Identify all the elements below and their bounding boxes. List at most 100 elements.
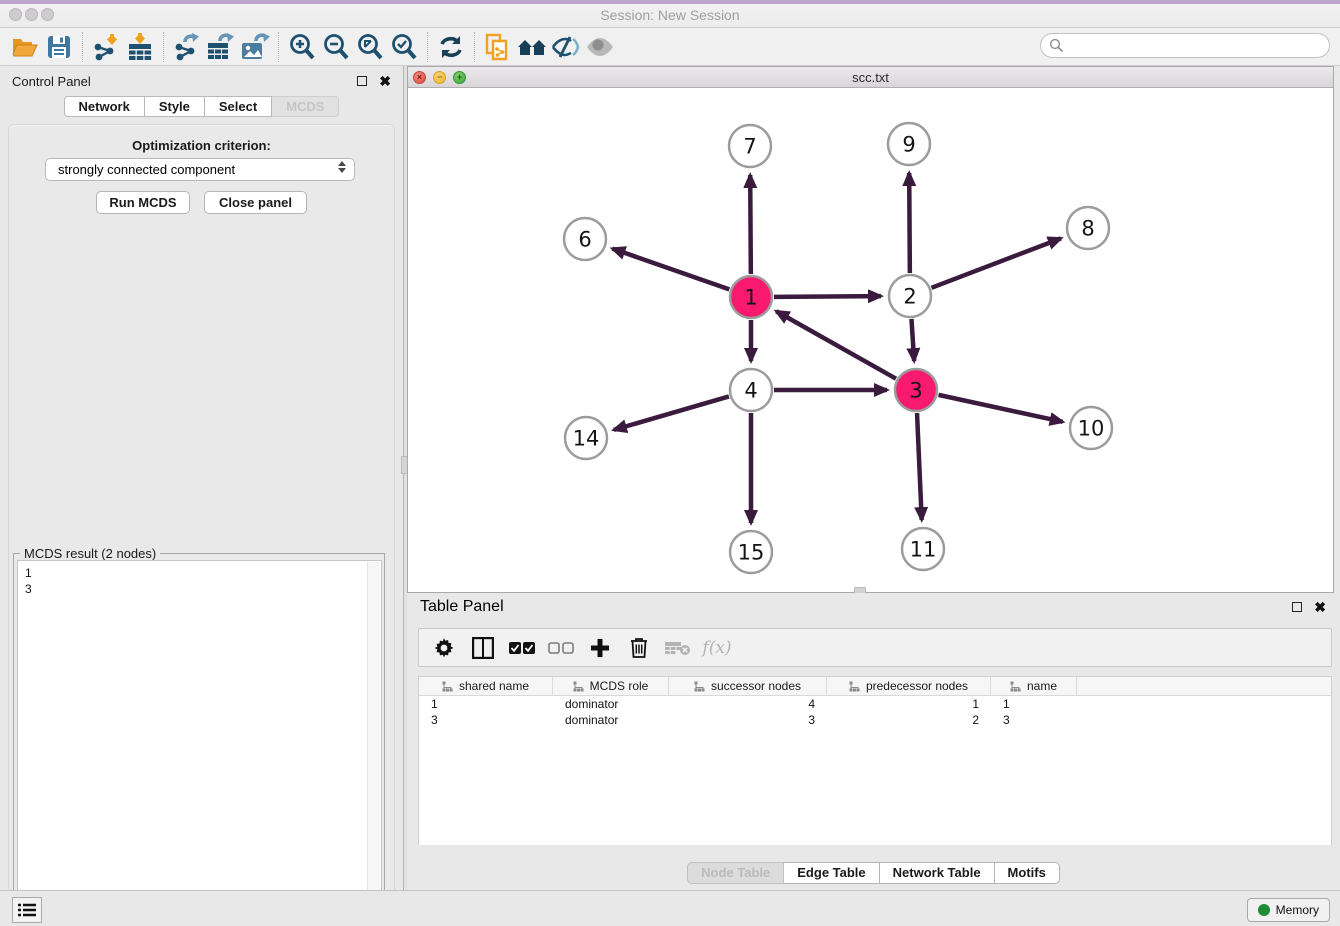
cell-MCDS-role[interactable]: dominator: [553, 696, 669, 712]
node-label-8: 8: [1081, 216, 1094, 240]
cell-predecessor-nodes[interactable]: 1: [827, 696, 991, 712]
clone-network-icon[interactable]: [481, 31, 515, 63]
node-table-header: shared name MCDS role successor nodes prede…: [419, 677, 1331, 696]
delete-column-icon[interactable]: [663, 633, 693, 663]
network-maximize-button[interactable]: +: [453, 71, 466, 84]
column-header-successor-nodes[interactable]: successor nodes: [669, 677, 827, 695]
edge-2-9[interactable]: [909, 173, 910, 273]
tab-edge-table[interactable]: Edge Table: [784, 862, 879, 884]
control-panel-title: Control Panel: [12, 74, 357, 89]
delete-entry-icon[interactable]: [624, 633, 654, 663]
main-toolbar: [0, 28, 1340, 66]
edge-3-11[interactable]: [917, 413, 922, 520]
network-graph[interactable]: 1234678910111415: [408, 88, 1333, 592]
table-panel-close-icon[interactable]: ✖: [1314, 600, 1326, 614]
network-window-titlebar[interactable]: × − + scc.txt: [408, 67, 1333, 88]
cell-successor-nodes[interactable]: 3: [669, 712, 827, 728]
table-panel-title: Table Panel: [420, 598, 1292, 616]
network-view-window: × − + scc.txt 1234678910111415: [407, 66, 1334, 593]
mcds-result-line: 1: [25, 565, 381, 581]
edge-3-1[interactable]: [776, 311, 896, 378]
import-table-icon[interactable]: [123, 31, 157, 63]
add-entry-icon[interactable]: [585, 633, 615, 663]
titlebar-accent-strip: [0, 0, 1340, 4]
network-minimize-button[interactable]: −: [433, 71, 446, 84]
export-table-icon[interactable]: [204, 31, 238, 63]
edge-2-8[interactable]: [931, 238, 1060, 287]
node-table-body: 1dominator4113dominator323: [419, 696, 1331, 728]
edge-1-2[interactable]: [774, 296, 881, 297]
edge-3-10[interactable]: [938, 395, 1062, 422]
cell-successor-nodes[interactable]: 4: [669, 696, 827, 712]
run-mcds-button[interactable]: Run MCDS: [96, 191, 190, 214]
zoom-fit-selected-icon[interactable]: [387, 31, 421, 63]
edge-4-14[interactable]: [614, 396, 729, 429]
cell-shared-name[interactable]: 1: [419, 696, 553, 712]
table-panel-float-icon[interactable]: [1292, 602, 1302, 612]
tab-network[interactable]: Network: [64, 96, 145, 117]
hide-selected-icon[interactable]: [549, 31, 583, 63]
node-label-11: 11: [910, 537, 937, 561]
show-columns-icon[interactable]: [468, 633, 498, 663]
tab-network-table[interactable]: Network Table: [880, 862, 995, 884]
mcds-result-scrollbar[interactable]: [367, 562, 380, 926]
column-header-label: MCDS role: [590, 679, 649, 693]
table-row[interactable]: 1dominator411: [419, 696, 1331, 712]
toolbar-separator: [82, 32, 83, 62]
node-label-15: 15: [738, 540, 765, 564]
control-panel-close-icon[interactable]: ✖: [379, 74, 391, 88]
show-all-icon[interactable]: [583, 31, 617, 63]
reset-view-icon[interactable]: [434, 31, 468, 63]
tab-mcds[interactable]: MCDS: [272, 96, 339, 117]
column-header-shared-name[interactable]: shared name: [419, 677, 553, 695]
table-panel: Table Panel ✖ f(x) shared nameMCDS roles…: [407, 593, 1340, 890]
column-type-icon: [573, 681, 584, 692]
memory-button[interactable]: Memory: [1247, 898, 1330, 922]
import-network-icon[interactable]: [89, 31, 123, 63]
column-header-label: predecessor nodes: [866, 679, 968, 693]
function-builder-icon[interactable]: f(x): [702, 633, 732, 663]
export-network-icon[interactable]: [170, 31, 204, 63]
node-label-2: 2: [903, 284, 916, 308]
edge-1-6[interactable]: [612, 249, 729, 290]
control-panel: Control Panel ✖ NetworkStyleSelectMCDS O…: [0, 66, 403, 890]
search-input[interactable]: [1064, 36, 1329, 56]
node-label-4: 4: [744, 378, 757, 402]
edge-2-3[interactable]: [911, 319, 914, 361]
cell-name[interactable]: 3: [991, 712, 1077, 728]
task-history-button[interactable]: [12, 897, 42, 923]
save-session-icon[interactable]: [42, 31, 76, 63]
zoom-out-icon[interactable]: [319, 31, 353, 63]
node-label-9: 9: [902, 132, 915, 156]
close-panel-button[interactable]: Close panel: [204, 191, 307, 214]
tab-node-table[interactable]: Node Table: [687, 862, 784, 884]
zoom-fit-content-icon[interactable]: [353, 31, 387, 63]
column-header-name[interactable]: name: [991, 677, 1077, 695]
optimization-criterion-label: Optimization criterion:: [9, 138, 394, 153]
table-row[interactable]: 3dominator323: [419, 712, 1331, 728]
cell-name[interactable]: 1: [991, 696, 1077, 712]
node-label-7: 7: [743, 134, 756, 158]
tab-select[interactable]: Select: [205, 96, 272, 117]
export-image-icon[interactable]: [238, 31, 272, 63]
mcds-result-textarea[interactable]: 13: [17, 560, 382, 926]
table-options-gear-icon[interactable]: [429, 633, 459, 663]
control-panel-float-icon[interactable]: [357, 76, 367, 86]
column-header-predecessor-nodes[interactable]: predecessor nodes: [827, 677, 991, 695]
cell-MCDS-role[interactable]: dominator: [553, 712, 669, 728]
first-neighbors-icon[interactable]: [515, 31, 549, 63]
criterion-dropdown[interactable]: strongly connected component: [45, 158, 355, 181]
open-session-icon[interactable]: [8, 31, 42, 63]
deselect-all-rows-icon[interactable]: [546, 633, 576, 663]
network-close-button[interactable]: ×: [413, 71, 426, 84]
node-label-14: 14: [573, 426, 600, 450]
zoom-in-icon[interactable]: [285, 31, 319, 63]
cell-predecessor-nodes[interactable]: 2: [827, 712, 991, 728]
edge-1-7[interactable]: [750, 175, 751, 274]
tab-motifs[interactable]: Motifs: [995, 862, 1060, 884]
column-header-MCDS-role[interactable]: MCDS role: [553, 677, 669, 695]
cell-shared-name[interactable]: 3: [419, 712, 553, 728]
tab-style[interactable]: Style: [145, 96, 205, 117]
network-canvas[interactable]: 1234678910111415: [408, 88, 1333, 592]
select-all-rows-icon[interactable]: [507, 633, 537, 663]
